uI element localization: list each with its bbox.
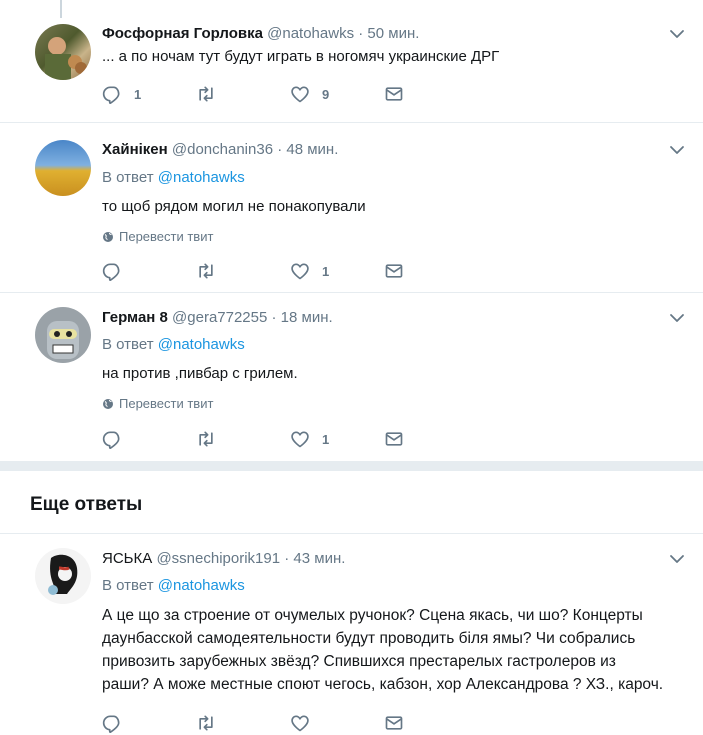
translate-link[interactable]: Перевести твит [102,229,213,244]
reply-handle-link[interactable]: @natohawks [158,336,245,353]
chevron-down-icon[interactable] [669,26,685,42]
retweet-icon [196,429,216,449]
tweet-header: Хайнікен @donchanin36 · 48 мин. [102,141,338,158]
envelope-icon [384,429,404,449]
like-button[interactable]: 9 [290,82,329,106]
dm-button[interactable] [384,259,404,283]
heart-icon [290,84,310,104]
heart-icon [290,713,310,733]
tweet-text-line: А це що за строение от очумелых ручонок?… [102,607,643,624]
reply-button[interactable] [102,427,134,451]
dm-button[interactable] [384,82,404,106]
retweet-button[interactable] [196,259,228,283]
retweet-button[interactable] [196,427,228,451]
reply-button[interactable]: 1 [102,82,141,106]
reply-context: В ответ @natohawks [102,336,245,353]
reply-button[interactable] [102,259,134,283]
tweet-actions [102,711,422,735]
like-button[interactable]: 1 [290,427,329,451]
timestamp[interactable]: · 50 мин. [358,25,419,42]
envelope-icon [384,261,404,281]
author-handle[interactable]: @ssnechiporik191 [156,550,280,567]
tweet-text: на против ,пивбар с грилем. [102,365,298,382]
globe-icon [102,231,114,243]
reply-prefix: В ответ [102,169,154,186]
translate-link[interactable]: Перевести твит [102,396,213,411]
envelope-icon [384,713,404,733]
author-name[interactable]: ЯСЬКА [102,550,152,567]
more-replies-heading: Еще ответы [30,494,143,515]
reply-handle-link[interactable]: @natohawks [158,169,245,186]
timestamp[interactable]: · 43 мин. [284,550,345,567]
retweet-icon [196,261,216,281]
tweet-actions: 1 9 [102,82,422,106]
author-handle[interactable]: @gera772255 [172,309,267,326]
tweet-header: ЯСЬКА @ssnechiporik191 · 43 мин. [102,550,345,567]
like-button[interactable] [290,711,310,735]
chevron-down-icon[interactable] [669,142,685,158]
like-count: 1 [322,263,330,279]
tweet-text-line: привозить зарубежных звёзд? Спившихся пр… [102,653,616,670]
tweet-header: Герман 8 @gera772255 · 18 мин. [102,309,333,326]
tweet-text-line: даунбасской самодеятельности будут прово… [102,630,636,647]
dm-button[interactable] [384,427,404,451]
avatar[interactable] [35,24,91,80]
tweet-actions: 1 [102,259,422,283]
reply-icon [102,261,122,281]
thread-line [60,0,62,18]
tweet-text-line: раши? А може местные споют чегось, кабзо… [102,676,664,693]
tweet-2[interactable]: Хайнікен @donchanin36 · 48 мин. В ответ … [0,124,703,290]
like-count: 9 [322,86,330,102]
like-count: 1 [322,431,330,447]
reply-prefix: В ответ [102,336,154,353]
tweet-text: ... а по ночам тут будут играть в ногомя… [102,48,500,65]
heart-icon [290,261,310,281]
heart-icon [290,429,310,449]
section-divider [0,461,703,471]
reply-context: В ответ @natohawks [102,169,245,186]
tweet-text: то щоб рядом могил не понакопували [102,198,366,215]
retweet-icon [196,713,216,733]
translate-label: Перевести твит [119,396,214,411]
retweet-button[interactable] [196,711,216,735]
reply-button[interactable] [102,711,122,735]
author-name[interactable]: Герман 8 [102,309,168,326]
envelope-icon [384,84,404,104]
retweet-button[interactable] [196,82,228,106]
reply-icon [102,429,122,449]
tweet-text: А це що за строение от очумелых ручонок?… [102,604,663,696]
avatar[interactable] [35,307,91,363]
globe-icon [102,398,114,410]
like-button[interactable]: 1 [290,259,329,283]
timestamp[interactable]: · 18 мин. [272,309,333,326]
avatar[interactable] [35,548,91,604]
reply-count: 1 [134,86,142,102]
author-name[interactable]: Фосфорная Горловка [102,25,263,42]
reply-icon [102,713,122,733]
timestamp[interactable]: · 48 мин. [277,141,338,158]
tweet-header: Фосфорная Горловка @natohawks · 50 мин. [102,25,419,42]
reply-context: В ответ @natohawks [102,577,245,594]
tweet-3[interactable]: Герман 8 @gera772255 · 18 мин. В ответ @… [0,293,703,459]
author-handle[interactable]: @donchanin36 [172,141,273,158]
reply-icon [102,84,122,104]
tweet-actions: 1 [102,427,422,451]
reply-prefix: В ответ [102,577,154,594]
divider [0,122,703,123]
chevron-down-icon[interactable] [669,310,685,326]
translate-label: Перевести твит [119,229,214,244]
chevron-down-icon[interactable] [669,551,685,567]
author-handle[interactable]: @natohawks [267,25,354,42]
dm-button[interactable] [384,711,404,735]
avatar[interactable] [35,140,91,196]
reply-handle-link[interactable]: @natohawks [158,577,245,594]
author-name[interactable]: Хайнікен [102,141,168,158]
retweet-icon [196,84,216,104]
tweet-1[interactable]: Фосфорная Горловка @natohawks · 50 мин. … [0,0,703,120]
tweet-4[interactable]: ЯСЬКА @ssnechiporik191 · 43 мин. В ответ… [0,534,703,727]
